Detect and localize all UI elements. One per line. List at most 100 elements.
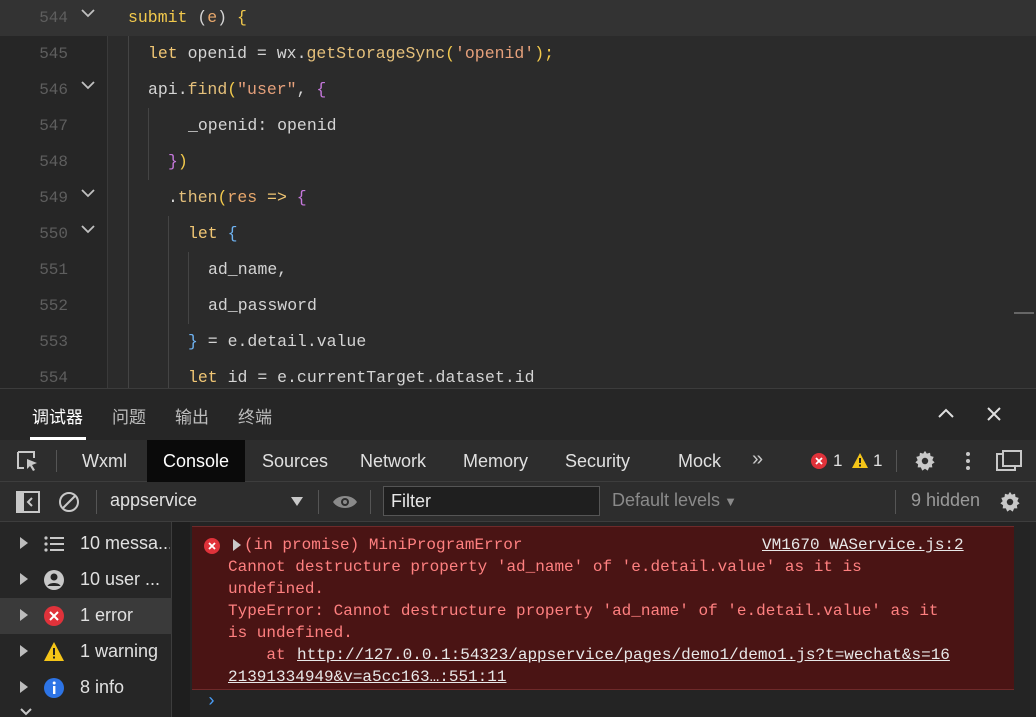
error-message-line: undefined. — [228, 580, 325, 598]
code-line[interactable]: 550 let { — [0, 216, 1036, 252]
code-line[interactable]: 549 .then(res => { — [0, 180, 1036, 216]
line-number: 554 — [39, 369, 68, 387]
sidebar-item-label: 8 info — [80, 677, 125, 697]
code-line[interactable]: 554 let id = e.currentTarget.dataset.id — [0, 360, 1036, 388]
close-icon[interactable] — [983, 403, 1005, 425]
sidebar-item-label: 1 error — [80, 605, 134, 625]
line-number: 549 — [39, 189, 68, 207]
expand-caret-icon[interactable] — [20, 609, 28, 621]
settings-gear-icon[interactable] — [999, 491, 1021, 513]
line-number: 545 — [39, 45, 68, 63]
code-line[interactable]: 547 _openid: openid — [0, 108, 1036, 144]
tab-mock[interactable]: Mock — [678, 440, 721, 482]
error-icon[interactable] — [811, 453, 827, 469]
chevron-down-icon[interactable] — [20, 708, 32, 716]
sidebar-item-messages[interactable]: 10 messa... — [0, 526, 172, 562]
line-number: 544 — [39, 9, 68, 27]
code-line[interactable]: 553 } = e.detail.value — [0, 324, 1036, 360]
divider — [56, 450, 57, 472]
error-icon — [44, 606, 64, 626]
sidebar-item-label: 1 warning — [80, 641, 159, 661]
info-icon — [44, 678, 64, 698]
debugger-panel-header: 调试器 问题 输出 终端 — [0, 388, 1036, 440]
code-line[interactable]: 544 submit (e) { — [0, 0, 1036, 36]
tab-problems[interactable]: 问题 — [112, 403, 146, 428]
warning-count[interactable]: 1 — [873, 440, 882, 482]
console-error-message[interactable]: (in promise) MiniProgramError VM1670 WAS… — [192, 526, 1014, 690]
warning-icon — [44, 642, 64, 661]
tab-sources[interactable]: Sources — [262, 440, 328, 482]
line-number: 548 — [39, 153, 68, 171]
sidebar-item-label: 10 messa... — [80, 533, 170, 553]
tab-terminal[interactable]: 终端 — [238, 403, 272, 428]
code-line[interactable]: 552 ad_password — [0, 288, 1036, 324]
expand-caret-icon[interactable] — [20, 681, 28, 693]
context-select[interactable]: appservice — [110, 490, 197, 511]
code-line[interactable]: 548 }) — [0, 144, 1036, 180]
expand-caret-icon[interactable] — [20, 645, 28, 657]
code-text: api.find("user", { — [148, 80, 327, 99]
sidebar-item-verbose[interactable] — [0, 706, 172, 717]
code-line[interactable]: 551 ad_name, — [0, 252, 1036, 288]
tab-network[interactable]: Network — [360, 440, 426, 482]
error-summary[interactable]: (in promise) MiniProgramError — [244, 534, 522, 556]
code-text: } = e.detail.value — [188, 332, 367, 351]
stack-trace-link[interactable]: 21391334949&v=a5cc163…:551:11 — [228, 666, 506, 688]
code-line[interactable]: 545 let openid = wx.getStorageSync('open… — [0, 36, 1036, 72]
chevron-up-icon[interactable] — [935, 403, 957, 425]
tab-console[interactable]: Console — [147, 440, 245, 482]
more-vertical-icon[interactable] — [958, 450, 978, 472]
tab-wxml[interactable]: Wxml — [68, 440, 141, 482]
dropdown-caret-icon[interactable] — [291, 497, 303, 507]
console-prompt[interactable]: › — [206, 692, 217, 712]
filter-input[interactable]: Filter — [383, 486, 600, 516]
code-text: ad_name, — [208, 260, 288, 279]
code-text: ad_password — [208, 296, 317, 315]
list-icon — [44, 536, 64, 552]
console-toolbar: appservice Filter Default levels ▼ 9 hidd… — [0, 482, 1036, 522]
line-number: 553 — [39, 333, 68, 351]
hidden-count: 9 hidden — [911, 490, 981, 510]
tab-debugger[interactable]: 调试器 — [32, 403, 83, 428]
code-text: _openid: openid — [188, 116, 337, 135]
code-text: let openid = wx.getStorageSync('openid')… — [148, 44, 555, 63]
fold-chevron-icon[interactable] — [80, 185, 96, 201]
scrollbar-marker[interactable] — [1014, 312, 1034, 314]
sidebar-toggle-icon[interactable] — [16, 491, 40, 513]
sidebar-item-user-messages[interactable]: 10 user ... — [0, 562, 172, 598]
inspect-element-icon[interactable] — [16, 450, 40, 472]
tab-output[interactable]: 输出 — [175, 403, 209, 428]
tab-security[interactable]: Security — [565, 440, 630, 482]
sidebar-item-errors[interactable]: 1 error — [0, 598, 172, 634]
fold-chevron-icon[interactable] — [80, 221, 96, 237]
error-count[interactable]: 1 — [833, 440, 842, 482]
stack-trace-link[interactable]: http://127.0.0.1:54323/appservice/pages/… — [297, 644, 950, 666]
console-output[interactable]: (in promise) MiniProgramError VM1670 WAS… — [190, 522, 1036, 717]
divider — [895, 490, 896, 514]
dock-icon[interactable] — [996, 450, 1022, 472]
divider — [896, 450, 897, 472]
gear-icon[interactable] — [914, 450, 936, 472]
code-text: }) — [168, 152, 188, 171]
line-number: 547 — [39, 117, 68, 135]
more-tabs-icon[interactable]: » — [752, 448, 763, 471]
fold-chevron-icon[interactable] — [80, 77, 96, 93]
console-sidebar: 10 messa... 10 user ... 1 error 1 warnin… — [0, 522, 172, 717]
sidebar-item-warnings[interactable]: 1 warning — [0, 634, 172, 670]
eye-icon[interactable] — [332, 492, 358, 512]
clear-console-icon[interactable] — [58, 491, 80, 513]
code-line[interactable]: 546 api.find("user", { — [0, 72, 1036, 108]
code-editor[interactable]: 544 submit (e) { 545 let openid = wx.get… — [0, 0, 1036, 388]
sidebar-item-info[interactable]: 8 info — [0, 670, 172, 706]
line-number: 546 — [39, 81, 68, 99]
error-message-line: is undefined. — [228, 624, 353, 642]
expand-caret-icon[interactable] — [20, 537, 28, 549]
fold-chevron-icon[interactable] — [80, 5, 96, 21]
warning-icon[interactable] — [851, 452, 869, 469]
expand-caret-icon[interactable] — [20, 573, 28, 585]
error-source-link[interactable]: VM1670 WAService.js:2 — [762, 534, 964, 556]
tab-memory[interactable]: Memory — [463, 440, 528, 482]
line-number: 550 — [39, 225, 68, 243]
log-levels-select[interactable]: Default levels ▼ — [612, 490, 737, 511]
expand-caret-icon[interactable] — [233, 539, 241, 551]
